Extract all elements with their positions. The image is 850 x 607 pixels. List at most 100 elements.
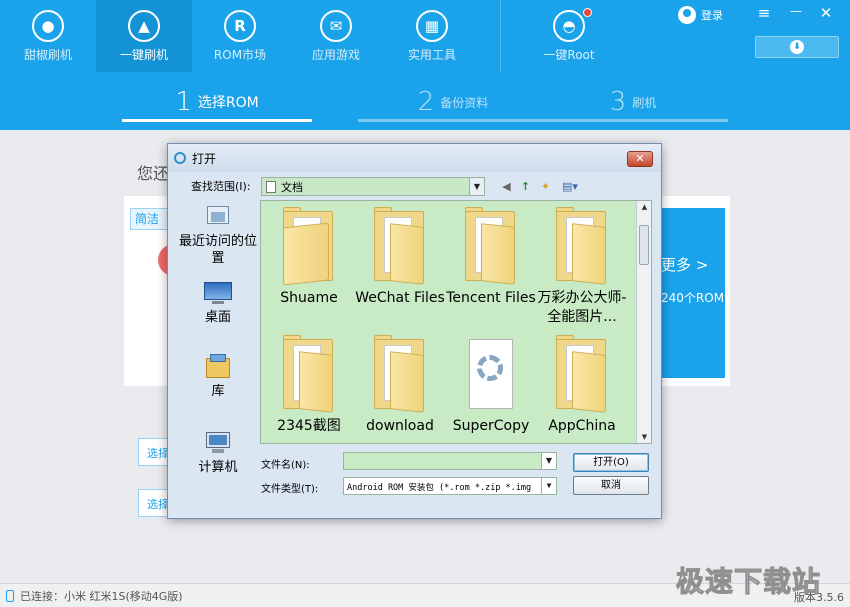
chevron-down-icon[interactable]: ▼ [541,478,556,494]
file-name: AppChina [548,418,616,434]
file-item[interactable]: Shuame [263,207,355,308]
message-icon: ✉ [320,10,352,42]
place-label: 库 [211,384,225,399]
rom-icon: R [224,10,256,42]
place-desktop[interactable]: 桌面 [176,280,260,326]
folder-icon [554,335,610,413]
file-name: SuperCopy [452,418,530,434]
file-name: download [366,418,434,434]
back-icon[interactable]: ◀ [499,179,514,194]
filetype-select[interactable]: Android ROM 安装包 (*.rom *.zip *.img ▼ [343,477,557,495]
menu-icon[interactable]: ≡ [754,4,774,22]
nav-item-label: 一键刷机 [119,48,168,62]
dialog-close-button[interactable]: ✕ [627,151,653,167]
minimize-icon[interactable]: — [786,4,806,18]
select-button[interactable]: 选择 [138,438,170,466]
nav-item-label: 甜椒刷机 [23,48,72,62]
download-manager-button[interactable]: ⬇ [755,36,839,58]
watermark: 极速下载站 [675,565,822,599]
open-file-dialog: 打开 ✕ 查找范围(I): 文档 ▼ ◀ ↑ ✦ ▤▾ 最近访问的位置 桌面 库… [167,143,662,519]
select-button[interactable]: 选择 [138,489,170,517]
step-label: 备份资料 [440,95,489,110]
file-item[interactable]: SuperCopy [445,335,537,436]
chevron-down-icon[interactable]: ▼ [541,453,556,469]
place-library[interactable]: 库 [176,354,260,400]
filetype-label: 文件类型(T): [261,484,319,495]
filetype-value: Android ROM 安装包 (*.rom *.zip *.img [347,483,532,493]
place-recent[interactable]: 最近访问的位置 [176,204,260,267]
scroll-up-icon[interactable]: ▲ [637,203,651,211]
app-icon [174,152,186,164]
nav-item-one-click-flash[interactable]: ▲ 一键刷机 [96,0,192,72]
notification-dot [583,8,592,17]
file-name: WeChat Files [355,290,445,306]
login-label: 登录 [701,9,723,22]
file-item[interactable]: Tencent Files [445,207,537,308]
phone-icon [6,589,14,602]
user-icon [678,6,696,24]
page-title: 您还 [137,164,170,183]
close-icon[interactable]: ✕ [816,4,836,22]
connection-status: 已连接：小米 红米1S(移动4G版) [20,589,183,603]
nav-item-label: 应用游戏 [311,48,360,62]
folder-icon [372,207,428,285]
place-label: 最近访问的位置 [178,234,257,266]
file-item[interactable]: 2345截图 [263,335,355,436]
place-label: 桌面 [204,310,231,325]
look-in-label: 查找范围(I): [191,180,251,193]
download-icon: ⬇ [790,40,804,54]
folder-icon [281,335,337,413]
login-link[interactable]: 登录 [678,6,723,24]
step-number: 1 [175,87,192,117]
nav-item-pepper[interactable]: ● 甜椒刷机 [0,0,96,72]
step-number: 2 [417,87,435,117]
new-folder-icon[interactable]: ✦ [538,179,553,194]
more-link[interactable]: 更多 > [661,254,725,275]
file-item[interactable]: AppChina [536,335,628,436]
desktop-icon [203,280,233,306]
scroll-down-icon[interactable]: ▼ [637,433,651,441]
look-in-value: 文档 [281,180,303,194]
step-flash: 3 刷机 [538,82,728,122]
file-name: Shuame [280,290,338,306]
look-in-dropdown[interactable]: 文档 ▼ [261,177,485,196]
step-select-rom: 1 选择ROM [122,82,312,122]
top-bar: ● 甜椒刷机 ▲ 一键刷机 R ROM市场 ✉ 应用游戏 ▦ 实用工具 ◓ 一键… [0,0,850,130]
place-label: 计算机 [198,460,238,475]
simple-tag[interactable]: 简洁 [130,208,170,230]
nav-item-rom-market[interactable]: R ROM市场 [192,0,288,72]
nav-item-apps-games[interactable]: ✉ 应用游戏 [288,0,384,72]
view-menu-icon[interactable]: ▤▾ [558,179,582,194]
folder-icon [463,207,519,285]
file-list[interactable]: Shuame WeChat Files Tencent Files 万彩办公大师… [260,200,652,444]
chevron-down-icon[interactable]: ▼ [469,178,484,195]
document-icon [266,180,276,193]
library-icon [203,354,233,380]
file-item[interactable]: WeChat Files [354,207,446,308]
file-item[interactable]: download [354,335,446,436]
step-number: 3 [609,87,627,117]
up-folder-icon[interactable]: ↑ [518,179,533,194]
folder-icon [281,207,337,286]
nav-item-label: 实用工具 [407,48,456,62]
nav-item-label: 一键Root [543,48,595,62]
filename-field[interactable]: ▼ [343,452,557,470]
dialog-title: 打开 [192,151,217,166]
step-underline [358,119,548,122]
place-computer[interactable]: 计算机 [176,430,260,476]
recent-places-icon [203,204,233,230]
vertical-scrollbar[interactable]: ▲ ▼ [636,201,651,443]
cancel-button[interactable]: 取消 [573,476,649,495]
rom-count: 240个ROM [661,291,725,305]
nav-item-tools[interactable]: ▦ 实用工具 [384,0,480,72]
folder-icon [372,335,428,413]
filename-label: 文件名(N): [261,460,310,471]
flash-steps: 1 选择ROM 2 备份资料 3 刷机 [0,82,850,122]
dialog-title-bar[interactable]: 打开 [168,144,661,172]
scroll-thumb[interactable] [639,225,649,265]
file-item[interactable]: 万彩办公大师-全能图片... [536,207,628,327]
nav-divider [500,0,501,72]
nav-item-label: ROM市场 [213,48,267,62]
open-button[interactable]: 打开(O) [573,453,649,472]
nav-item-root[interactable]: ◓ 一键Root [521,0,617,72]
